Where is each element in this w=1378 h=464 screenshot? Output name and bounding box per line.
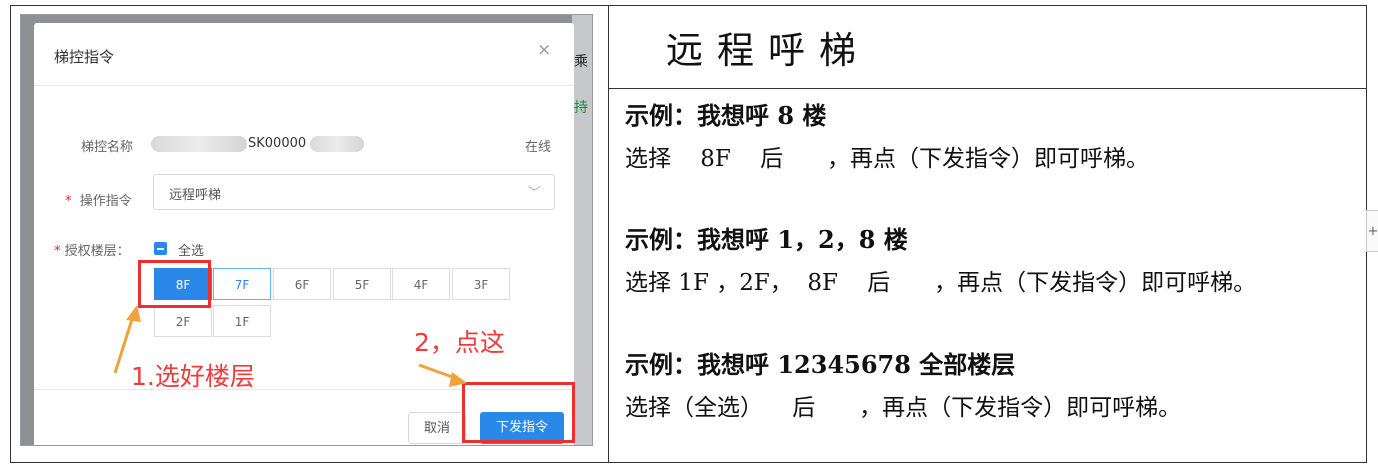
instructions-title: 远程呼梯 [666,29,870,72]
table-divider-horizontal [608,88,1366,89]
app-screenshot: 乘 持 梯控指令 × 梯控名称 SK00000 在线 * 操作指令 远程呼梯 ﹀… [20,14,593,446]
example-text: 选择 8F 后 ，再点（下发指令）即可呼梯。 [625,146,1149,172]
example-heading: 示例：我想呼 8 楼 [625,101,827,130]
example-text: 选择（全选） 后 ，再点（下发指令）即可呼梯。 [625,395,1182,421]
example-heading: 示例：我想呼 1，2，8 楼 [625,225,908,254]
arrow-icon [113,305,467,387]
example-heading: 示例：我想呼 12345678 全部楼层 [625,350,1016,379]
table-divider-vertical [608,5,609,462]
expand-button[interactable]: + [1366,210,1378,252]
example-text: 选择 1F ，2F， 8F 后 ，再点（下发指令）即可呼梯。 [625,270,1257,296]
